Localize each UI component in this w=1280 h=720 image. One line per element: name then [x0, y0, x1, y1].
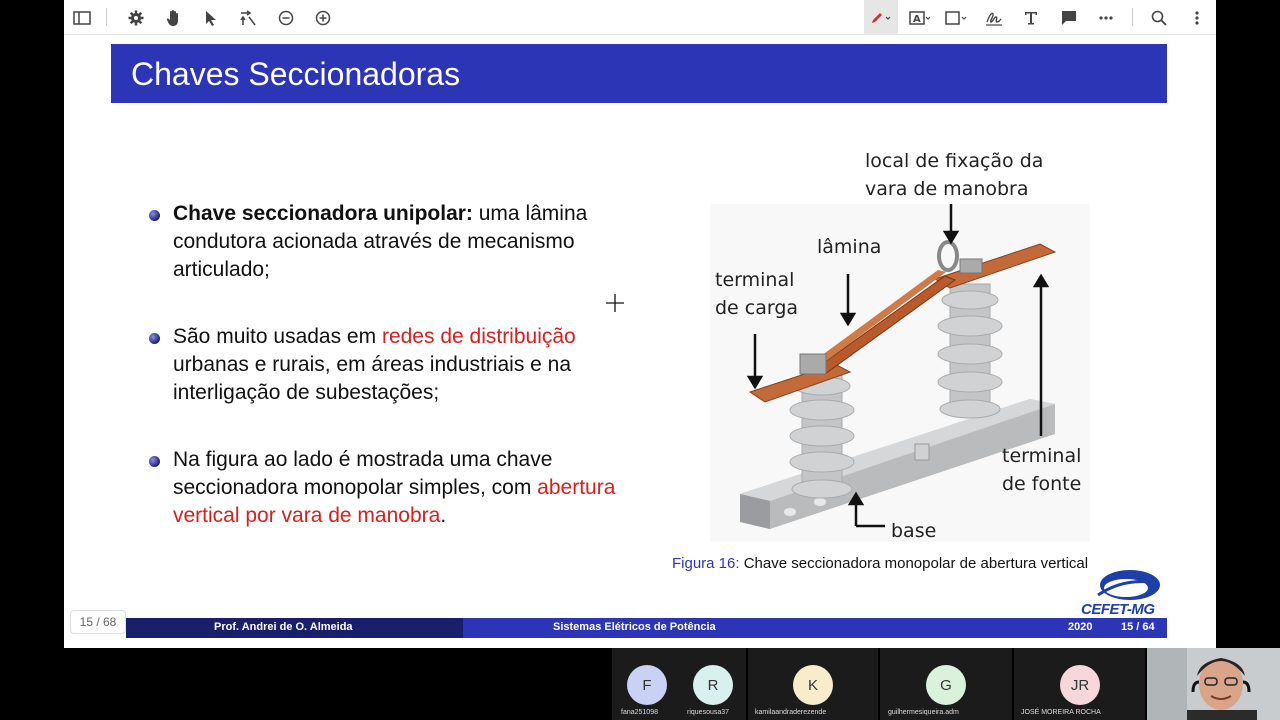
toolbar-divider: [1132, 8, 1133, 26]
footer-author: Prof. Andrei de O. Almeida: [214, 621, 353, 633]
hand-icon[interactable]: [162, 6, 186, 30]
participant-name: riquesousa37: [687, 709, 730, 716]
participant-tile[interactable]: K kamilaandraderezende: [748, 648, 878, 720]
settings-icon[interactable]: [124, 6, 148, 30]
label-terminal-carga: terminal de carga: [715, 269, 799, 319]
caption-figure-number: Figura 16:: [672, 555, 740, 572]
bullet-icon: [149, 210, 160, 221]
presenter-camera[interactable]: [1147, 648, 1280, 720]
search-icon[interactable]: [1147, 6, 1171, 30]
participant-name: kamilaandraderezende: [755, 709, 827, 716]
participant-tile[interactable]: JR JOSÉ MOREIRA ROCHA: [1014, 648, 1145, 720]
crosshair-cursor-icon: [606, 294, 624, 312]
zoom-out-icon[interactable]: [274, 6, 298, 30]
bullet-icon: [149, 333, 160, 344]
rotate-icon[interactable]: [236, 6, 260, 30]
screen: A Chaves Seccionadoras Chave seccionador…: [0, 0, 1280, 720]
toolbar-divider: [106, 8, 107, 26]
figure-caption: Figura 16: Chave seccionadora monopolar …: [672, 555, 1088, 572]
avatar: K: [793, 665, 833, 705]
footer-course: Sistemas Elétricos de Potência: [553, 621, 716, 633]
highlight-icon[interactable]: [864, 0, 898, 35]
bullet-body-text: São muito usadas em: [173, 325, 382, 348]
participant-name: fana251098: [621, 709, 658, 716]
more-icon[interactable]: [1094, 6, 1118, 30]
bullet-item: Na figura ao lado é mostrada uma chave s…: [149, 446, 649, 530]
bullet-body-text: urbanas e rurais, em áreas industriais e…: [173, 353, 572, 404]
bullet-body-text: Na figura ao lado é mostrada uma chave s…: [173, 448, 553, 499]
pointer-icon[interactable]: [199, 6, 223, 30]
page-indicator[interactable]: 15 / 68: [70, 610, 126, 634]
caption-text: Chave seccionadora monopolar de abertura…: [739, 555, 1089, 572]
signature-icon[interactable]: [982, 6, 1006, 30]
logo-text: CEFET-MG: [1081, 601, 1155, 618]
participant-tile[interactable]: G guilhermesiqueira.adm: [880, 648, 1012, 720]
footer-page: 15 / 64: [1121, 621, 1155, 633]
avatar: JR: [1060, 665, 1100, 705]
type-icon[interactable]: [1019, 6, 1043, 30]
label-lamina: lâmina: [817, 236, 882, 258]
participant-name: JOSÉ MOREIRA ROCHA: [1021, 709, 1101, 716]
comment-icon[interactable]: [1057, 6, 1081, 30]
label-terminal-fonte: terminal de fonte: [1002, 445, 1082, 495]
cefet-logo: CEFET-MG: [1080, 565, 1162, 619]
document-area[interactable]: Chaves Seccionadoras Chave seccionadora …: [64, 36, 1216, 648]
shape-icon[interactable]: [942, 6, 972, 30]
menu-icon[interactable]: [1185, 6, 1209, 30]
bullet-icon: [149, 456, 160, 467]
zoom-in-icon[interactable]: [311, 6, 335, 30]
svg-text:A: A: [913, 14, 921, 25]
participant-tile[interactable]: F fana251098 R riquesousa37: [612, 648, 746, 720]
footer-course-bar: Sistemas Elétricos de Potência: [463, 618, 814, 638]
slide-title: Chaves Seccionadoras: [131, 56, 461, 92]
bullet-text: Chave seccionadora unipolar: uma lâmina …: [173, 200, 649, 284]
footer-info-bar: 2020 15 / 64: [814, 618, 1167, 638]
label-fixacao: local de fixação da vara de manobra: [865, 147, 1043, 203]
slide-footer: Prof. Andrei de O. Almeida Sistemas Elét…: [126, 618, 1167, 638]
bullet-item: São muito usadas em redes de distribuiçã…: [149, 323, 649, 407]
slide-page: Chaves Seccionadoras Chave seccionadora …: [111, 44, 1167, 638]
video-call-strip: F fana251098 R riquesousa37 K kamilaandr…: [612, 648, 1280, 720]
bullet-text: Na figura ao lado é mostrada uma chave s…: [173, 446, 649, 530]
participant-name: guilhermesiqueira.adm: [888, 709, 959, 716]
avatar: G: [926, 665, 966, 705]
slide-header: Chaves Seccionadoras: [111, 44, 1167, 103]
bullet-text: São muito usadas em redes de distribuiçã…: [173, 323, 649, 407]
footer-author-bar: Prof. Andrei de O. Almeida: [126, 618, 463, 638]
logo-swoosh-icon: [1097, 570, 1160, 600]
sidebar-toggle-icon[interactable]: [70, 6, 94, 30]
avatar: R: [693, 665, 733, 705]
bullet-bold-text: Chave seccionadora unipolar:: [173, 202, 473, 225]
bullet-body-text: .: [440, 504, 447, 527]
text-icon[interactable]: A: [906, 6, 936, 30]
label-fixacao-text: local de fixação da vara de manobra: [865, 150, 1044, 200]
presenter-video-icon: [1147, 648, 1280, 720]
footer-year: 2020: [1068, 621, 1093, 633]
label-base: base: [891, 520, 937, 542]
pdf-viewer: A Chaves Seccionadoras Chave seccionador…: [64, 0, 1216, 648]
pdf-toolbar: A: [64, 0, 1216, 35]
bullet-highlight-text: redes de distribuição: [381, 325, 576, 348]
bullet-item: Chave seccionadora unipolar: uma lâmina …: [149, 200, 649, 284]
avatar: F: [627, 665, 667, 705]
